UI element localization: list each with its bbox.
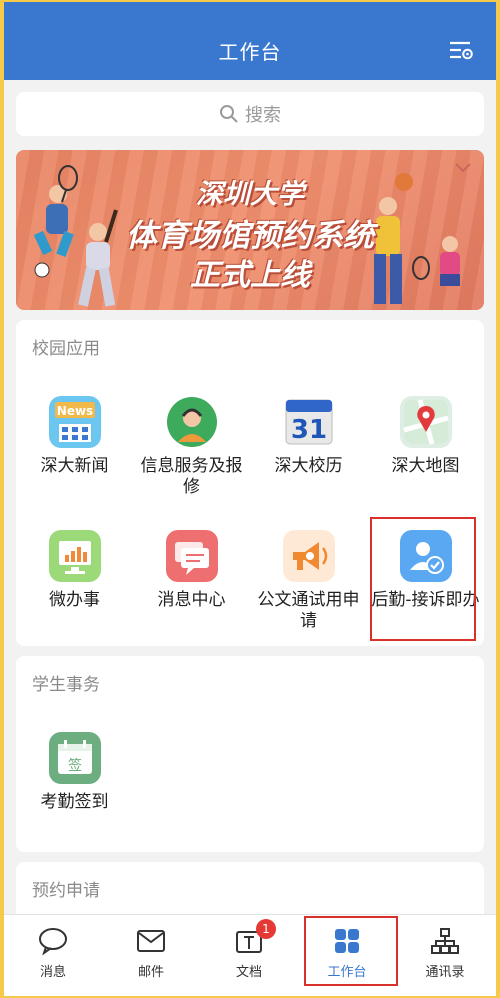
bottom-tab-bar: 消息 邮件 1 文档 工作台 通讯录 <box>4 914 496 996</box>
app-micro-affairs[interactable]: 微办事 <box>16 530 133 611</box>
app-label: 后勤-接诉即办 <box>371 590 480 610</box>
news-icon: News <box>48 396 101 448</box>
tab-label: 通讯录 <box>425 965 465 980</box>
app-label: 深大新闻 <box>40 456 109 476</box>
section-title-student: 学生事务 <box>32 675 100 695</box>
banner-line3: 正式上线 <box>190 258 310 293</box>
app-label: 考勤签到 <box>40 792 109 812</box>
app-attendance[interactable]: 签 考勤签到 <box>16 732 133 813</box>
search-placeholder: 搜索 <box>245 105 281 126</box>
mail-icon <box>136 927 166 955</box>
banner-line2: 体育场馆预约系统 <box>126 218 374 254</box>
tab-label: 邮件 <box>137 965 164 980</box>
tab-workbench[interactable]: 工作台 <box>298 915 396 996</box>
chat-icon <box>38 927 68 956</box>
page-title: 工作台 <box>218 40 282 64</box>
app-szu-calendar[interactable]: 31 深大校历 <box>250 396 367 477</box>
campus-apps-card: 校园应用 News 深大新闻 信息服务及报修 31 深大校历 深大地图 微办事 … <box>16 320 484 646</box>
chevron-down-icon[interactable] <box>454 162 472 174</box>
section-title-campus: 校园应用 <box>32 339 100 359</box>
bar-chart-icon <box>48 530 101 582</box>
notification-badge: 1 <box>256 919 276 939</box>
document-icon: 1 <box>234 919 276 955</box>
app-label: 深大校历 <box>274 456 343 476</box>
phone-screen: 工作台 搜索 深圳大学 体育场馆预约系统 正式上线 校园应用 News 深大新闻… <box>4 2 496 996</box>
app-label: 公文通试用申请 <box>257 590 360 631</box>
app-message-center[interactable]: 消息中心 <box>133 530 250 611</box>
chat-bubbles-icon <box>165 530 218 582</box>
student-affairs-card: 学生事务 签 考勤签到 <box>16 656 484 852</box>
org-chart-icon <box>430 927 460 955</box>
search-bar[interactable]: 搜索 <box>16 92 484 136</box>
tab-label: 文档 <box>235 965 262 980</box>
calendar-number: 31 <box>290 415 326 445</box>
app-szu-news[interactable]: News 深大新闻 <box>16 396 133 477</box>
reservation-card: 预约申请 <box>16 862 484 922</box>
tab-contacts[interactable]: 通讯录 <box>396 915 494 996</box>
settings-sliders-icon[interactable] <box>448 40 474 62</box>
app-label: 信息服务及报修 <box>140 456 243 497</box>
section-title-reservation: 预约申请 <box>32 881 100 901</box>
tab-documents[interactable]: 1 文档 <box>200 915 298 996</box>
user-check-icon <box>399 530 452 582</box>
svg-text:News: News <box>56 404 92 418</box>
app-szu-map[interactable]: 深大地图 <box>367 396 484 477</box>
tab-label: 消息 <box>39 965 66 980</box>
customer-service-icon <box>165 396 218 448</box>
calendar-icon: 31 <box>282 396 335 448</box>
app-info-service[interactable]: 信息服务及报修 <box>133 396 250 498</box>
megaphone-icon <box>282 530 335 582</box>
search-icon <box>220 105 238 123</box>
banner-line1: 深圳大学 <box>196 179 304 210</box>
app-header: 工作台 <box>4 2 496 80</box>
app-label: 微办事 <box>49 590 100 610</box>
grid-icon <box>332 927 362 955</box>
tab-label: 工作台 <box>327 965 367 980</box>
tab-messages[interactable]: 消息 <box>4 915 102 996</box>
app-logistics-complaint[interactable]: 后勤-接诉即办 <box>367 530 484 611</box>
sign-in-calendar-icon: 签 <box>48 732 101 784</box>
promo-banner[interactable]: 深圳大学 体育场馆预约系统 正式上线 <box>16 150 484 310</box>
tab-mail[interactable]: 邮件 <box>102 915 200 996</box>
app-official-docs-trial[interactable]: 公文通试用申请 <box>250 530 367 632</box>
app-label: 消息中心 <box>157 590 226 610</box>
map-pin-icon <box>399 396 452 448</box>
app-label: 深大地图 <box>391 456 460 476</box>
icon-sign-text: 签 <box>68 757 82 774</box>
